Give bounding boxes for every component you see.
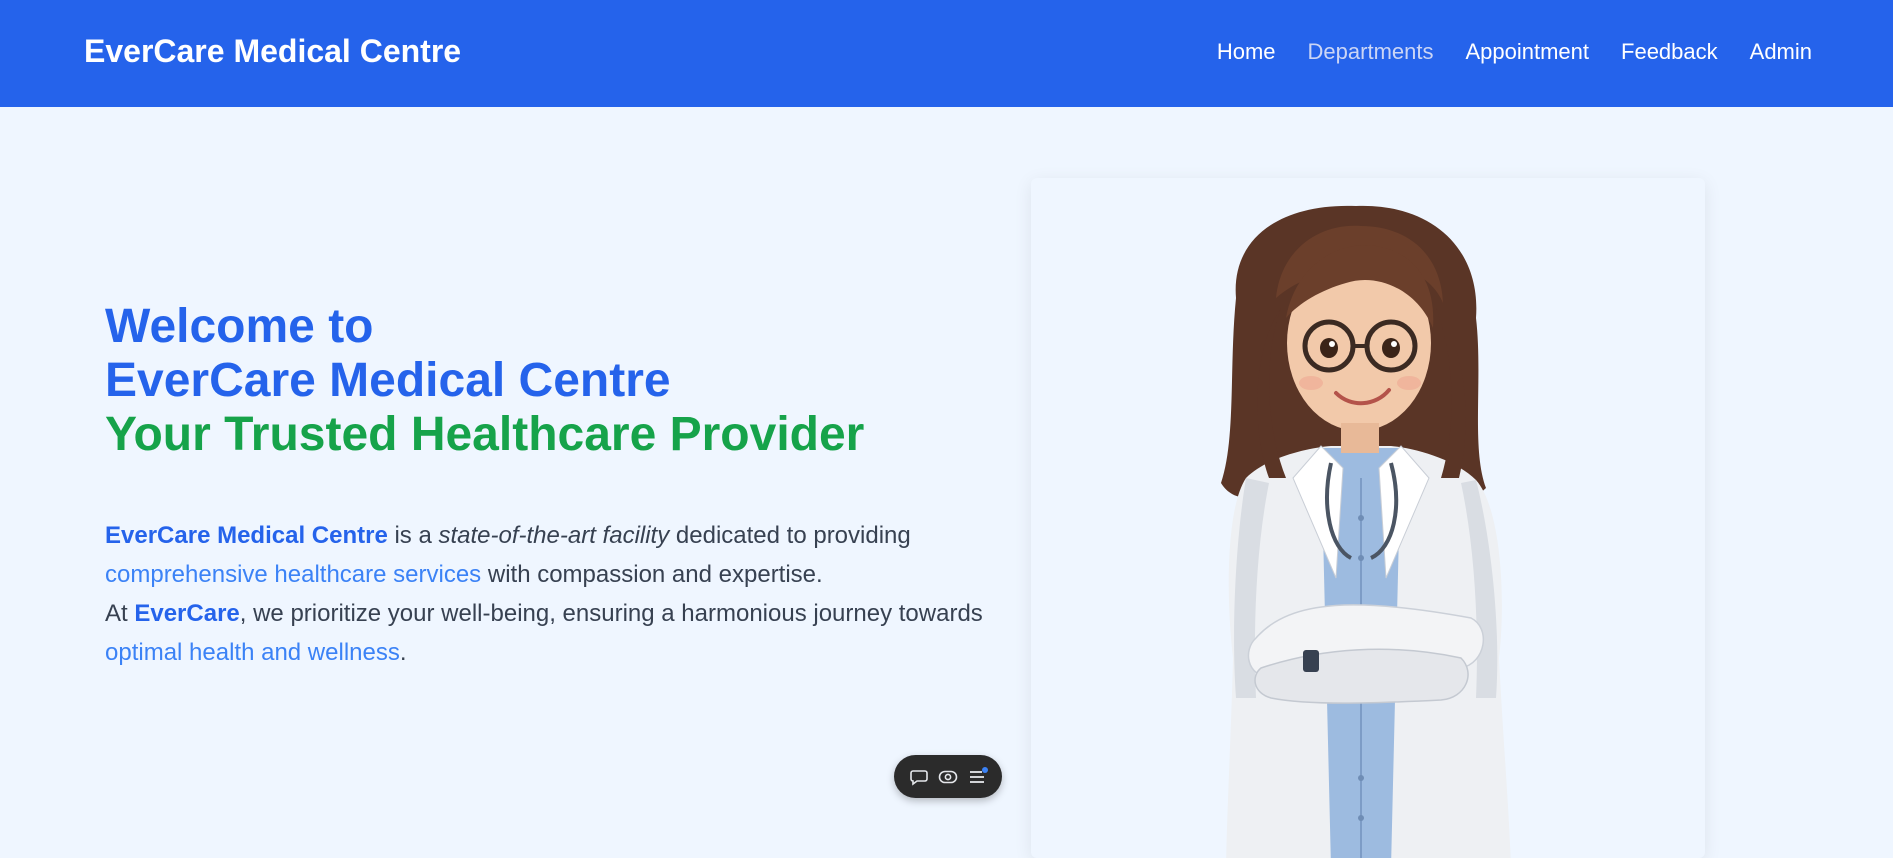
desc-text: with compassion and expertise. [481,561,823,588]
doctor-image-card [1031,178,1705,858]
desc-text: , we prioritize your well-being, ensurin… [239,600,983,627]
hero-title-line-2: EverCare Medical Centre [105,354,671,407]
navbar: EverCare Medical Centre Home Departments… [0,0,1893,107]
hero-title-line-1: Welcome to [105,300,374,353]
menu-list-icon[interactable] [965,765,989,789]
hero-title-tagline: Your Trusted Healthcare Provider [105,408,865,461]
desc-text: . [399,639,407,666]
brand-logo-link[interactable]: EverCare Medical Centre [84,33,461,70]
desc-brand-name: EverCare Medical Centre [105,522,388,549]
nav-admin[interactable]: Admin [1750,39,1812,65]
doctor-illustration [1221,205,1511,858]
eye-toggle-icon[interactable] [936,765,960,789]
desc-text: At [105,600,135,627]
nav-appointment[interactable]: Appointment [1465,39,1589,65]
notification-dot [982,766,989,773]
desc-text: dedicated to providing [669,522,911,549]
nav-links: Home Departments Appointment Feedback Ad… [1217,39,1812,65]
desc-facility: state-of-the-art facility [438,522,670,549]
nav-home[interactable]: Home [1217,39,1276,65]
desc-services-highlight: comprehensive healthcare services [105,561,482,588]
hero-title: Welcome to EverCare Medical Centre Your … [105,300,985,462]
floating-toolbar [894,755,1002,798]
desc-brand-short: EverCare [134,600,240,627]
nav-feedback[interactable]: Feedback [1621,39,1718,65]
nav-departments[interactable]: Departments [1308,39,1434,65]
hero-section: Welcome to EverCare Medical Centre Your … [105,300,985,672]
desc-wellness-highlight: optimal health and wellness [105,639,400,666]
chat-bubble-icon[interactable] [907,765,931,789]
hero-description: EverCare Medical Centre is a state-of-th… [105,516,985,672]
desc-text: is a [387,522,439,549]
